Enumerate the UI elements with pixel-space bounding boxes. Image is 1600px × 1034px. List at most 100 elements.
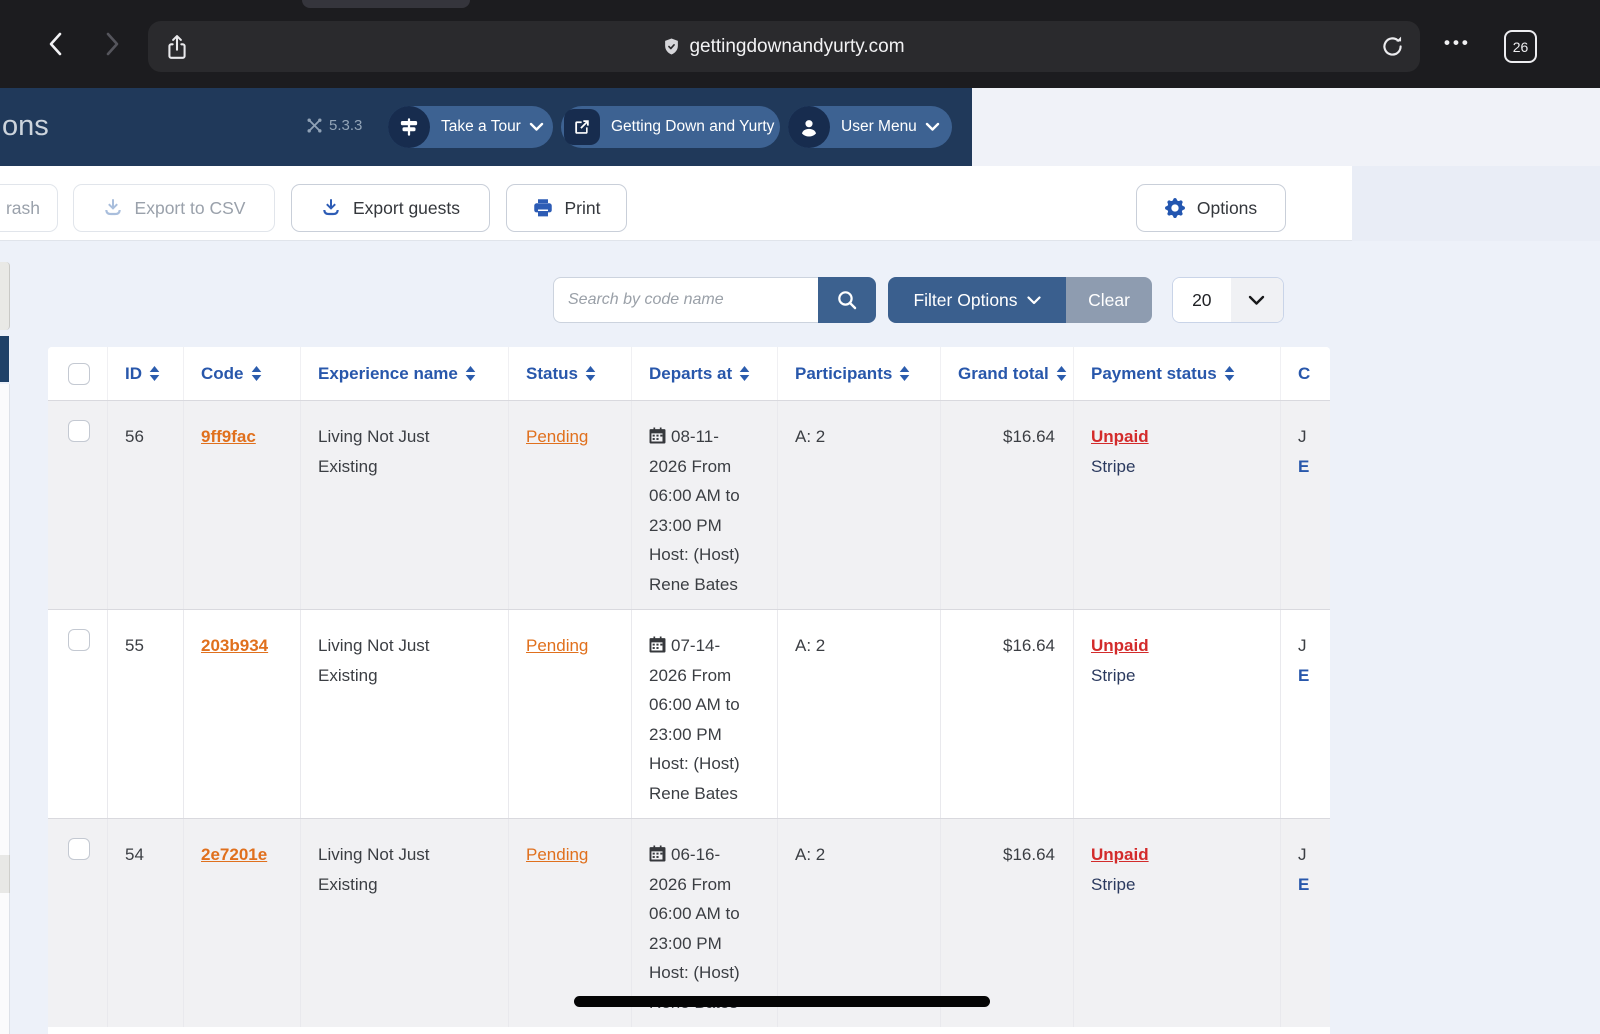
sort-icon bbox=[739, 366, 750, 381]
forward-button[interactable] bbox=[92, 24, 132, 64]
participants-cell: A: 2 bbox=[777, 610, 940, 818]
browser-chrome: gettingdownandyurty.com ••• 26 bbox=[0, 0, 1600, 88]
back-chevron-icon bbox=[51, 34, 60, 54]
take-a-tour-button[interactable]: Take a Tour bbox=[388, 106, 553, 148]
url-bar[interactable]: gettingdownandyurty.com bbox=[148, 21, 1420, 72]
chevron-down-icon bbox=[1231, 278, 1283, 322]
sort-icon bbox=[899, 366, 910, 381]
url-text: gettingdownandyurty.com bbox=[689, 36, 904, 58]
column-header[interactable]: ID bbox=[107, 347, 183, 400]
chevron-down-icon bbox=[1027, 296, 1041, 305]
select-all-checkbox[interactable] bbox=[68, 363, 90, 385]
reload-button[interactable] bbox=[1379, 33, 1406, 60]
clipped-sidebar-item-active[interactable] bbox=[0, 336, 9, 382]
table-body: 56 9ff9fac Living Not Just Existing Pend… bbox=[48, 400, 1330, 1027]
departs-cell: 08-11- 2026 From 06:00 AM to 23:00 PM Ho… bbox=[631, 401, 777, 609]
printer-icon bbox=[533, 198, 553, 218]
export-csv-button[interactable]: Export to CSV bbox=[73, 184, 275, 232]
chevron-down-icon bbox=[529, 122, 544, 132]
column-header[interactable]: C bbox=[1280, 347, 1330, 400]
user-menu-label: User Menu bbox=[830, 118, 925, 136]
share-button[interactable] bbox=[164, 32, 190, 62]
filter-options-label: Filter Options bbox=[913, 290, 1017, 311]
table-header-row: ID Code Experience name Status Departs a… bbox=[48, 347, 1330, 400]
home-indicator[interactable] bbox=[574, 996, 990, 1007]
clipped-cell: J E bbox=[1280, 401, 1330, 609]
code-link[interactable]: 9ff9fac bbox=[201, 427, 256, 446]
status-link[interactable]: Pending bbox=[526, 636, 588, 655]
joomla-icon bbox=[306, 117, 323, 134]
export-csv-label: Export to CSV bbox=[135, 198, 246, 219]
app-header: ons 5.3.3 Take a Tour bbox=[0, 88, 972, 166]
browser-menu-button[interactable]: ••• bbox=[1444, 33, 1471, 53]
code-link[interactable]: 2e7201e bbox=[201, 845, 267, 864]
grand-total-cell: $16.64 bbox=[940, 610, 1073, 818]
page-size-select[interactable]: 20 bbox=[1172, 277, 1284, 323]
row-select-cell bbox=[48, 610, 107, 818]
clear-filters-button[interactable]: Clear bbox=[1066, 277, 1152, 323]
column-header[interactable]: Departs at bbox=[631, 347, 777, 400]
row-checkbox[interactable] bbox=[68, 420, 90, 442]
search-input[interactable] bbox=[553, 277, 818, 323]
clipped-sidebar-item[interactable] bbox=[0, 262, 10, 330]
status-cell: Pending bbox=[508, 610, 631, 818]
id-cell: 54 bbox=[107, 819, 183, 1027]
forward-chevron-icon bbox=[108, 34, 117, 54]
content-area: Filter Options Clear 20 ID Code Experien… bbox=[0, 241, 1600, 1034]
clipped-cell: J E bbox=[1280, 819, 1330, 1027]
code-cell: 9ff9fac bbox=[183, 401, 300, 609]
clipped-sidebar-item[interactable] bbox=[0, 855, 10, 893]
id-cell: 56 bbox=[107, 401, 183, 609]
code-cell: 2e7201e bbox=[183, 819, 300, 1027]
options-button[interactable]: Options bbox=[1136, 184, 1286, 232]
calendar-icon bbox=[649, 636, 666, 653]
calendar-icon bbox=[649, 845, 666, 862]
chevron-down-icon bbox=[925, 122, 940, 132]
grand-total-cell: $16.64 bbox=[940, 401, 1073, 609]
tab-shape-hint bbox=[302, 0, 470, 8]
code-link[interactable]: 203b934 bbox=[201, 636, 268, 655]
print-label: Print bbox=[565, 198, 601, 219]
search-button[interactable] bbox=[818, 277, 876, 323]
external-link-icon bbox=[564, 109, 600, 145]
toolbar-band: rash Export to CSV Export guests Print bbox=[0, 166, 1600, 241]
site-link-label: Getting Down and Yurty bbox=[600, 118, 782, 136]
download-icon bbox=[321, 198, 341, 218]
filter-options-button[interactable]: Filter Options bbox=[888, 277, 1066, 323]
export-guests-button[interactable]: Export guests bbox=[291, 184, 490, 232]
payment-status-cell: Unpaid Stripe bbox=[1073, 819, 1280, 1027]
share-icon bbox=[164, 32, 190, 62]
payment-status-link[interactable]: Unpaid bbox=[1091, 636, 1149, 655]
payment-status-link[interactable]: Unpaid bbox=[1091, 427, 1149, 446]
sort-icon bbox=[149, 366, 160, 381]
url-text-group: gettingdownandyurty.com bbox=[148, 36, 1420, 58]
column-header[interactable]: Status bbox=[508, 347, 631, 400]
column-header[interactable]: Payment status bbox=[1073, 347, 1280, 400]
page-title-fragment: ons bbox=[2, 110, 49, 143]
column-header[interactable]: Experience name bbox=[300, 347, 508, 400]
clipped-cell: J E bbox=[1280, 610, 1330, 818]
trash-button[interactable]: rash bbox=[0, 184, 58, 232]
column-header[interactable]: Participants bbox=[777, 347, 940, 400]
back-button[interactable] bbox=[36, 24, 76, 64]
row-checkbox[interactable] bbox=[68, 838, 90, 860]
sort-icon bbox=[251, 366, 262, 381]
tabs-button[interactable]: 26 bbox=[1504, 30, 1537, 63]
column-header[interactable]: Code bbox=[183, 347, 300, 400]
participants-cell: A: 2 bbox=[777, 401, 940, 609]
row-select-cell bbox=[48, 401, 107, 609]
status-link[interactable]: Pending bbox=[526, 427, 588, 446]
user-circle-icon bbox=[788, 106, 830, 148]
row-checkbox[interactable] bbox=[68, 629, 90, 651]
bookings-table: ID Code Experience name Status Departs a… bbox=[48, 347, 1330, 1034]
page-size-value: 20 bbox=[1173, 278, 1231, 322]
payment-method: Stripe bbox=[1091, 666, 1135, 685]
status-link[interactable]: Pending bbox=[526, 845, 588, 864]
column-header[interactable]: Grand total bbox=[940, 347, 1073, 400]
payment-method: Stripe bbox=[1091, 457, 1135, 476]
print-button[interactable]: Print bbox=[506, 184, 627, 232]
payment-status-link[interactable]: Unpaid bbox=[1091, 845, 1149, 864]
site-link-button[interactable]: Getting Down and Yurty bbox=[561, 106, 780, 148]
user-menu-button[interactable]: User Menu bbox=[788, 106, 952, 148]
toolbar: rash Export to CSV Export guests Print bbox=[0, 166, 1352, 241]
